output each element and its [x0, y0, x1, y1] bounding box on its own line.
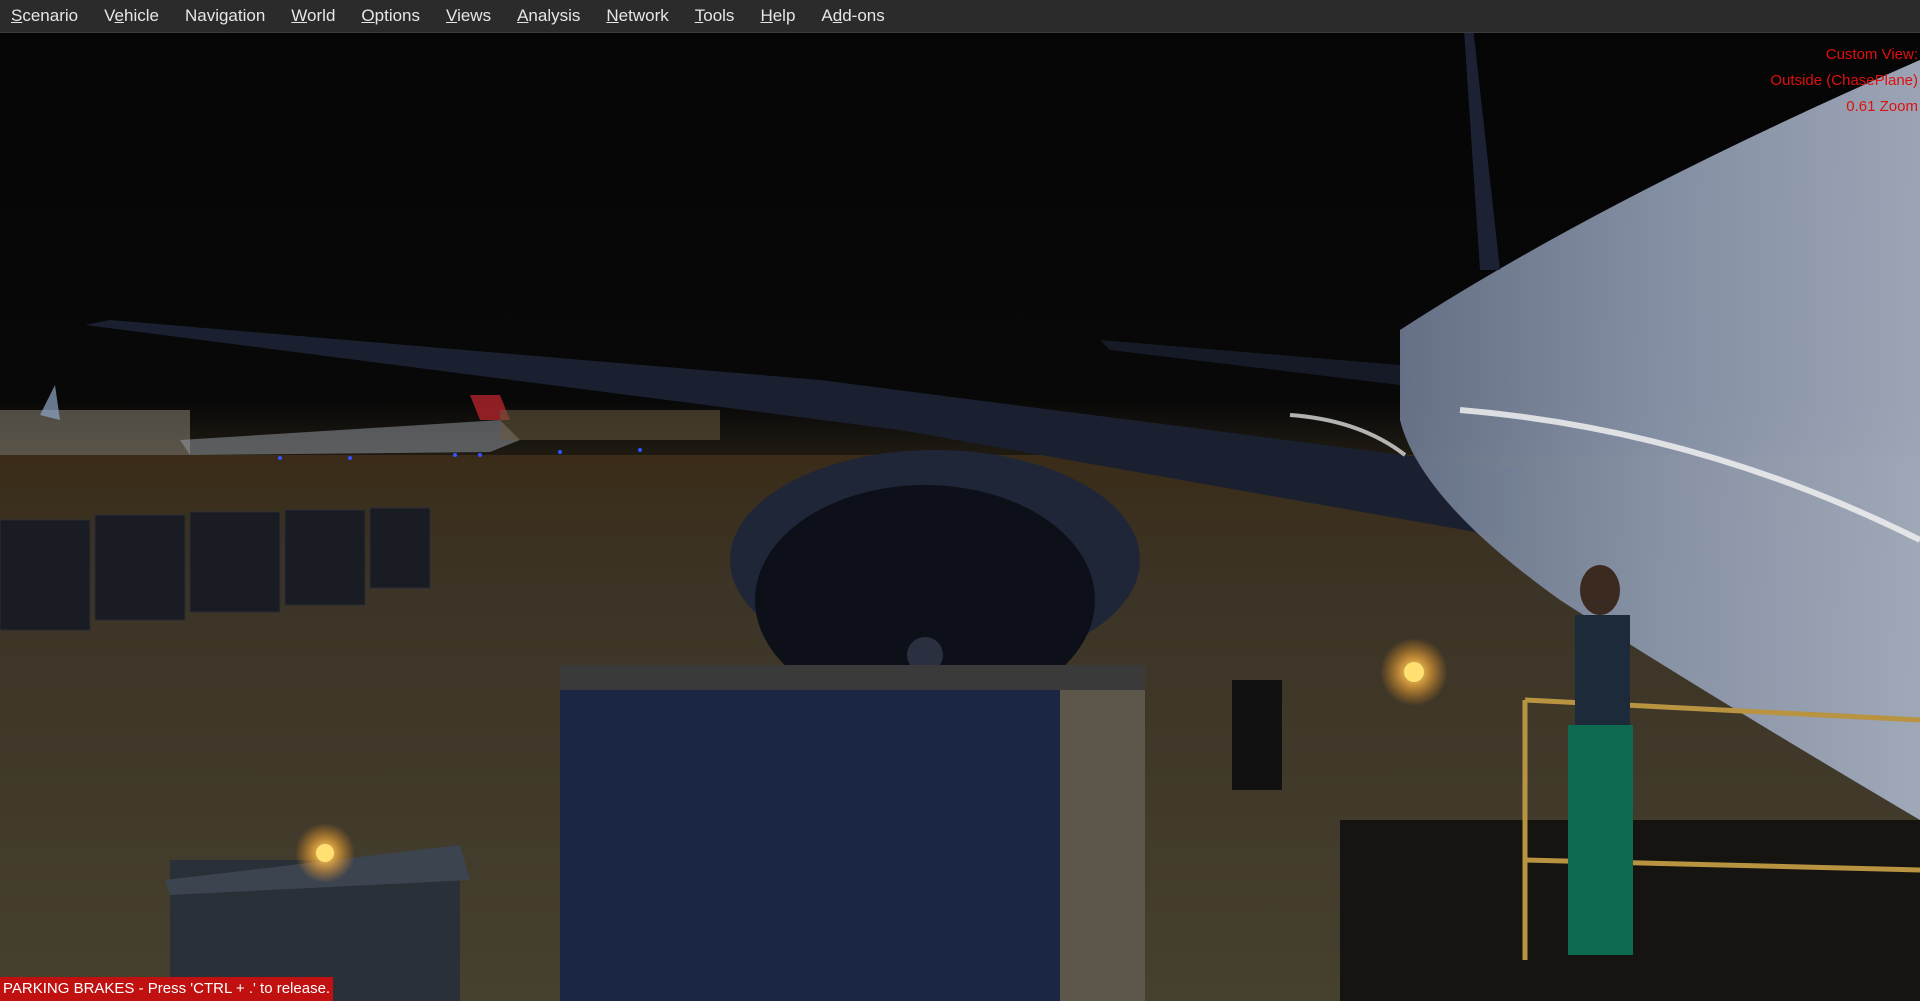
cargo-container — [560, 665, 1145, 1001]
zoom-level: 0.61 Zoom — [1846, 98, 1918, 115]
right-wing — [1100, 340, 1400, 385]
cargo-container-side — [1060, 665, 1145, 1001]
menu-navigation[interactable]: Navigation — [172, 0, 278, 32]
jetbridge — [0, 410, 190, 455]
menu-help[interactable]: Help — [747, 0, 808, 32]
menu-bar: Scenario Vehicle Navigation World Option… — [0, 0, 1920, 33]
terminal-building — [500, 410, 720, 440]
landing-gear — [1232, 680, 1282, 790]
cargo-container-top — [560, 665, 1145, 690]
sim-viewport[interactable]: Scenario Vehicle Navigation World Option… — [0, 0, 1920, 1001]
menu-vehicle[interactable]: Vehicle — [91, 0, 172, 32]
menu-options[interactable]: Options — [348, 0, 433, 32]
crew-head — [1580, 565, 1620, 615]
crew-torso — [1575, 615, 1630, 725]
distant-tail-2 — [40, 385, 60, 420]
menu-addons[interactable]: Add-ons — [808, 0, 897, 32]
view-label: Custom View: — [1825, 46, 1918, 63]
menu-network[interactable]: Network — [593, 0, 681, 32]
crew-legs — [1568, 725, 1633, 955]
parking-brake-status: PARKING BRAKES - Press 'CTRL + .' to rel… — [0, 977, 334, 1001]
menu-views[interactable]: Views — [433, 0, 504, 32]
menu-tools[interactable]: Tools — [682, 0, 748, 32]
tail-fin — [1462, 0, 1500, 270]
view-mode: Outside (ChasePlane) — [1770, 72, 1918, 89]
beacon-lamp-left-core — [316, 844, 334, 862]
camera-view-info: Custom View: Outside (ChasePlane) 0.61 Z… — [1770, 42, 1918, 120]
beacon-lamp-right-core — [1404, 662, 1424, 682]
menu-world[interactable]: World — [278, 0, 348, 32]
airport-night-scene — [0, 0, 1920, 1001]
menu-scenario[interactable]: Scenario — [0, 0, 91, 32]
parking-brake-message: PARKING BRAKES - Press 'CTRL + .' to rel… — [3, 980, 331, 997]
menu-analysis[interactable]: Analysis — [504, 0, 593, 32]
distant-aircraft — [180, 420, 520, 455]
